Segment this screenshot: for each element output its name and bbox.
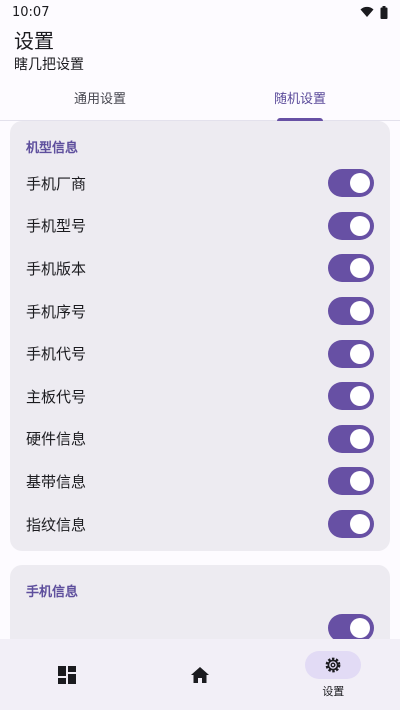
setting-label: 主板代号 [26, 387, 87, 406]
status-time: 10:07 [12, 4, 50, 20]
setting-row: 主板代号 [26, 375, 374, 418]
nav-pill [172, 661, 228, 689]
page-title: 设置 [14, 29, 54, 53]
bottom-navigation: 设置 [0, 639, 400, 710]
switch-thumb [350, 173, 370, 194]
nav-pill [39, 661, 95, 689]
setting-row: 手机厂商 [26, 162, 374, 205]
page-header: 设置 瞎几把设置 [14, 28, 84, 74]
setting-row: 硬件信息 [26, 418, 374, 461]
toggle-switch[interactable] [328, 510, 374, 539]
setting-row: 手机序号 [26, 290, 374, 333]
switch-thumb [350, 514, 370, 535]
setting-label: 硬件信息 [26, 430, 87, 449]
section-title: 机型信息 [26, 141, 79, 156]
toggle-switch[interactable] [328, 169, 374, 198]
toggle-switch[interactable] [328, 254, 374, 283]
setting-label: 手机型号 [26, 217, 87, 236]
toggle-switch[interactable] [328, 613, 374, 639]
home-icon [190, 666, 209, 683]
setting-row: 手机版本 [26, 247, 374, 290]
section-title: 手机信息 [26, 585, 79, 601]
setting-row: 基带信息 [26, 460, 374, 503]
settings-list[interactable]: 机型信息 手机厂商 手机型号 手机版本 手机序号 手机代号 主板代号 硬件信息 [0, 121, 400, 639]
toggle-switch[interactable] [328, 339, 374, 368]
setting-label: 手机代号 [26, 345, 87, 364]
toggle-switch[interactable] [328, 382, 374, 411]
setting-row: 手机型号 [26, 205, 374, 248]
setting-row [26, 606, 374, 639]
setting-label: 手机序号 [26, 302, 87, 321]
dashboard-icon [57, 665, 76, 684]
setting-row: 手机代号 [26, 332, 374, 375]
setting-label: 手机版本 [26, 259, 87, 278]
status-bar: 10:07 [0, 0, 400, 24]
tab-bar: 通用设置 随机设置 [0, 84, 400, 121]
switch-thumb [350, 617, 370, 638]
battery-icon [380, 5, 388, 19]
nav-item-dashboard[interactable] [0, 639, 133, 710]
gear-icon [325, 657, 341, 672]
setting-row: 指纹信息 [26, 503, 374, 546]
nav-pill [305, 650, 362, 679]
tab-general-settings[interactable]: 通用设置 [0, 84, 200, 120]
tab-label: 随机设置 [273, 92, 326, 107]
status-icons [360, 5, 388, 19]
switch-thumb [350, 471, 370, 492]
toggle-switch[interactable] [328, 211, 374, 240]
setting-label: 手机厂商 [26, 174, 87, 193]
page-subtitle: 瞎几把设置 [14, 57, 84, 73]
switch-thumb [350, 343, 370, 364]
toggle-switch[interactable] [328, 297, 374, 326]
section-device-model: 机型信息 手机厂商 手机型号 手机版本 手机序号 手机代号 主板代号 硬件信息 [10, 121, 390, 552]
wifi-icon [360, 6, 374, 17]
setting-label: 基带信息 [26, 472, 87, 491]
switch-thumb [350, 215, 370, 236]
tab-random-settings[interactable]: 随机设置 [200, 84, 400, 121]
setting-label: 指纹信息 [26, 515, 87, 534]
switch-thumb [350, 301, 370, 322]
switch-thumb [350, 386, 370, 407]
nav-label: 设置 [322, 684, 345, 698]
tab-label: 通用设置 [73, 92, 126, 107]
switch-thumb [350, 428, 370, 449]
nav-item-home[interactable] [133, 639, 266, 710]
section-phone-info: 手机信息 [10, 565, 390, 639]
switch-thumb [350, 258, 370, 279]
toggle-switch[interactable] [328, 467, 374, 496]
nav-item-settings[interactable]: 设置 [267, 639, 400, 710]
toggle-switch[interactable] [328, 424, 374, 453]
